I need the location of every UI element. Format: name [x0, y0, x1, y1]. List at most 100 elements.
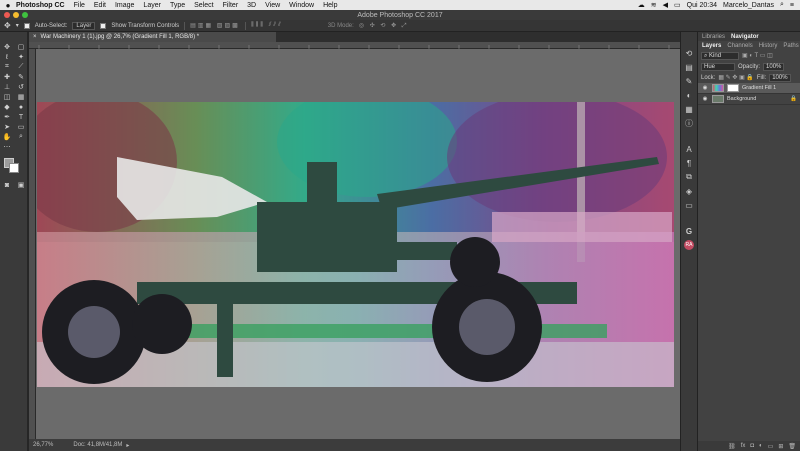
filter-icons[interactable]: ▣ ◐ T ▭ ◫	[742, 52, 773, 59]
pen-tool-icon[interactable]: ✒	[0, 112, 14, 122]
artboard-tool-icon[interactable]: ▢	[14, 42, 28, 52]
layer-background[interactable]: ◉ Background 🔒	[698, 94, 800, 105]
tab-history[interactable]: History	[759, 43, 778, 49]
adjustments-panel-icon[interactable]: ◐	[681, 88, 697, 102]
document-image[interactable]	[37, 102, 674, 387]
styles-panel-icon[interactable]: ▦	[681, 102, 697, 116]
clone-stamp-icon[interactable]: ⊥	[0, 82, 14, 92]
history-brush-icon[interactable]: ↺	[14, 82, 28, 92]
menu-image[interactable]: Image	[115, 2, 134, 9]
align-icons[interactable]: ▤▥▦ ▧▨▩	[190, 22, 240, 29]
blend-mode-select[interactable]: Hue	[701, 62, 735, 71]
fill-input[interactable]: 100%	[769, 73, 791, 82]
shape-tool-icon[interactable]: ▭	[14, 122, 28, 132]
tab-paths[interactable]: Paths	[783, 43, 798, 49]
menu-3d[interactable]: 3D	[247, 2, 256, 9]
tab-libraries[interactable]: Libraries	[702, 34, 725, 40]
screen-mode-icon[interactable]: ▣	[14, 180, 28, 190]
vertical-ruler[interactable]	[29, 49, 36, 439]
cloud-icon[interactable]: ☁	[638, 1, 645, 9]
search-icon[interactable]: ⌕	[780, 1, 784, 9]
new-layer-icon[interactable]: ⊞	[778, 443, 783, 450]
fx-button[interactable]: fx	[741, 443, 746, 449]
magic-wand-icon[interactable]: ✦	[14, 52, 28, 62]
move-tool-icon[interactable]: ✥	[0, 42, 14, 52]
mode-3d-icons[interactable]: ◎ ✣ ⟲ ✥ ⤢	[359, 22, 409, 30]
menu-help[interactable]: Help	[323, 2, 337, 9]
edit-toolbar-icon[interactable]	[14, 142, 28, 152]
type-tool-icon[interactable]: T	[14, 112, 28, 122]
info-panel-icon[interactable]: ⓘ	[681, 116, 697, 130]
blur-tool-icon[interactable]: ◆	[0, 102, 14, 112]
opacity-input[interactable]: 100%	[763, 62, 785, 71]
horizontal-ruler[interactable]	[29, 42, 680, 49]
tab-navigator[interactable]: Navigator	[731, 34, 759, 40]
clock[interactable]: Qui 20:34	[687, 2, 717, 9]
lasso-tool-icon[interactable]: ℓ	[0, 52, 14, 62]
zoom-level[interactable]: 26,77%	[33, 442, 53, 448]
zoom-tool-icon[interactable]: ⌕	[14, 132, 28, 142]
menu-file[interactable]: File	[74, 2, 85, 9]
brush-panel-icon[interactable]: ✎	[681, 74, 697, 88]
battery-icon[interactable]: ▭	[674, 1, 681, 9]
paragraph-panel-icon[interactable]: ¶	[681, 156, 697, 170]
color-swatches[interactable]	[0, 158, 27, 176]
properties-panel-icon[interactable]: ▤	[681, 60, 697, 74]
add-mask-icon[interactable]: ◘	[750, 443, 754, 449]
history-panel-icon[interactable]: ⟲	[681, 46, 697, 60]
lock-icons[interactable]: ▦ ✎ ✥ ▣ 🔒	[718, 74, 754, 81]
auto-select-checkbox[interactable]	[23, 22, 30, 29]
app-menu[interactable]: Photoshop CC	[16, 2, 65, 9]
eyedropper-tool-icon[interactable]: ⟋	[14, 62, 28, 72]
tab-layers[interactable]: Layers	[702, 43, 721, 49]
user-name[interactable]: Marcelo_Dantas	[723, 2, 774, 9]
wifi-icon[interactable]: ≋	[651, 1, 657, 9]
hand-tool-icon[interactable]: ✋	[0, 132, 14, 142]
status-menu-icon[interactable]: ▸	[126, 442, 129, 449]
adjustment-layer-icon[interactable]: ◐	[759, 443, 763, 449]
layer-gradient-fill[interactable]: ◉ Gradient Fill 1	[698, 83, 800, 94]
character-panel-icon[interactable]: A	[681, 142, 697, 156]
quick-mask-icon[interactable]: ◙	[0, 180, 14, 190]
tab-channels[interactable]: Channels	[727, 43, 752, 49]
menu-filter[interactable]: Filter	[223, 2, 239, 9]
apple-icon[interactable]: ●	[0, 1, 16, 10]
gradient-tool-icon[interactable]: ▦	[14, 92, 28, 102]
show-transform-checkbox[interactable]	[100, 22, 107, 29]
crop-tool-icon[interactable]: ⌗	[0, 62, 14, 72]
move-tool-icon[interactable]: ✥	[4, 21, 11, 30]
eraser-tool-icon[interactable]: ◫	[0, 92, 14, 102]
brush-tool-icon[interactable]: ✎	[14, 72, 28, 82]
eye-icon[interactable]: ◉	[701, 85, 709, 91]
new-group-icon[interactable]: ▭	[768, 443, 774, 450]
plugin-g-icon[interactable]: G	[681, 224, 697, 238]
close-tab-icon[interactable]: ×	[33, 34, 37, 40]
menu-window[interactable]: Window	[289, 2, 314, 9]
zoom-window-button[interactable]	[22, 12, 28, 18]
background-color[interactable]	[9, 163, 19, 173]
3d-panel-icon[interactable]: ◈	[681, 184, 697, 198]
volume-icon[interactable]: ◀	[663, 1, 668, 9]
eye-icon[interactable]: ◉	[701, 96, 709, 102]
timeline-panel-icon[interactable]: ▭	[681, 198, 697, 212]
close-window-button[interactable]	[4, 12, 10, 18]
menu-edit[interactable]: Edit	[94, 2, 106, 9]
menu-list-icon[interactable]: ≡	[790, 2, 794, 9]
filter-kind-select[interactable]: ⌕ Kind	[701, 51, 739, 60]
menu-layer[interactable]: Layer	[143, 2, 161, 9]
more-tools-icon[interactable]: ⋯	[0, 142, 14, 152]
tool-preset-dropdown[interactable]: ▾	[16, 22, 19, 29]
distribute-icons[interactable]: ⫼⫼⫼ ⫽⫽⫽	[251, 22, 283, 29]
path-select-icon[interactable]: ➤	[0, 122, 14, 132]
menu-select[interactable]: Select	[194, 2, 213, 9]
trash-icon[interactable]: 🗑	[788, 443, 796, 450]
glyphs-panel-icon[interactable]: ⧉	[681, 170, 697, 184]
layer-mask-thumbnail[interactable]	[727, 84, 739, 92]
minimize-window-button[interactable]	[13, 12, 19, 18]
link-layers-icon[interactable]: ⛓	[728, 443, 736, 450]
plugin-ra-icon[interactable]: RA	[681, 238, 697, 252]
document-tab[interactable]: × War Machinery 1 (1).jpg @ 26,7% (Gradi…	[29, 32, 276, 42]
auto-select-target[interactable]: Layer	[72, 21, 96, 30]
healing-brush-icon[interactable]: ✚	[0, 72, 14, 82]
menu-view[interactable]: View	[265, 2, 280, 9]
